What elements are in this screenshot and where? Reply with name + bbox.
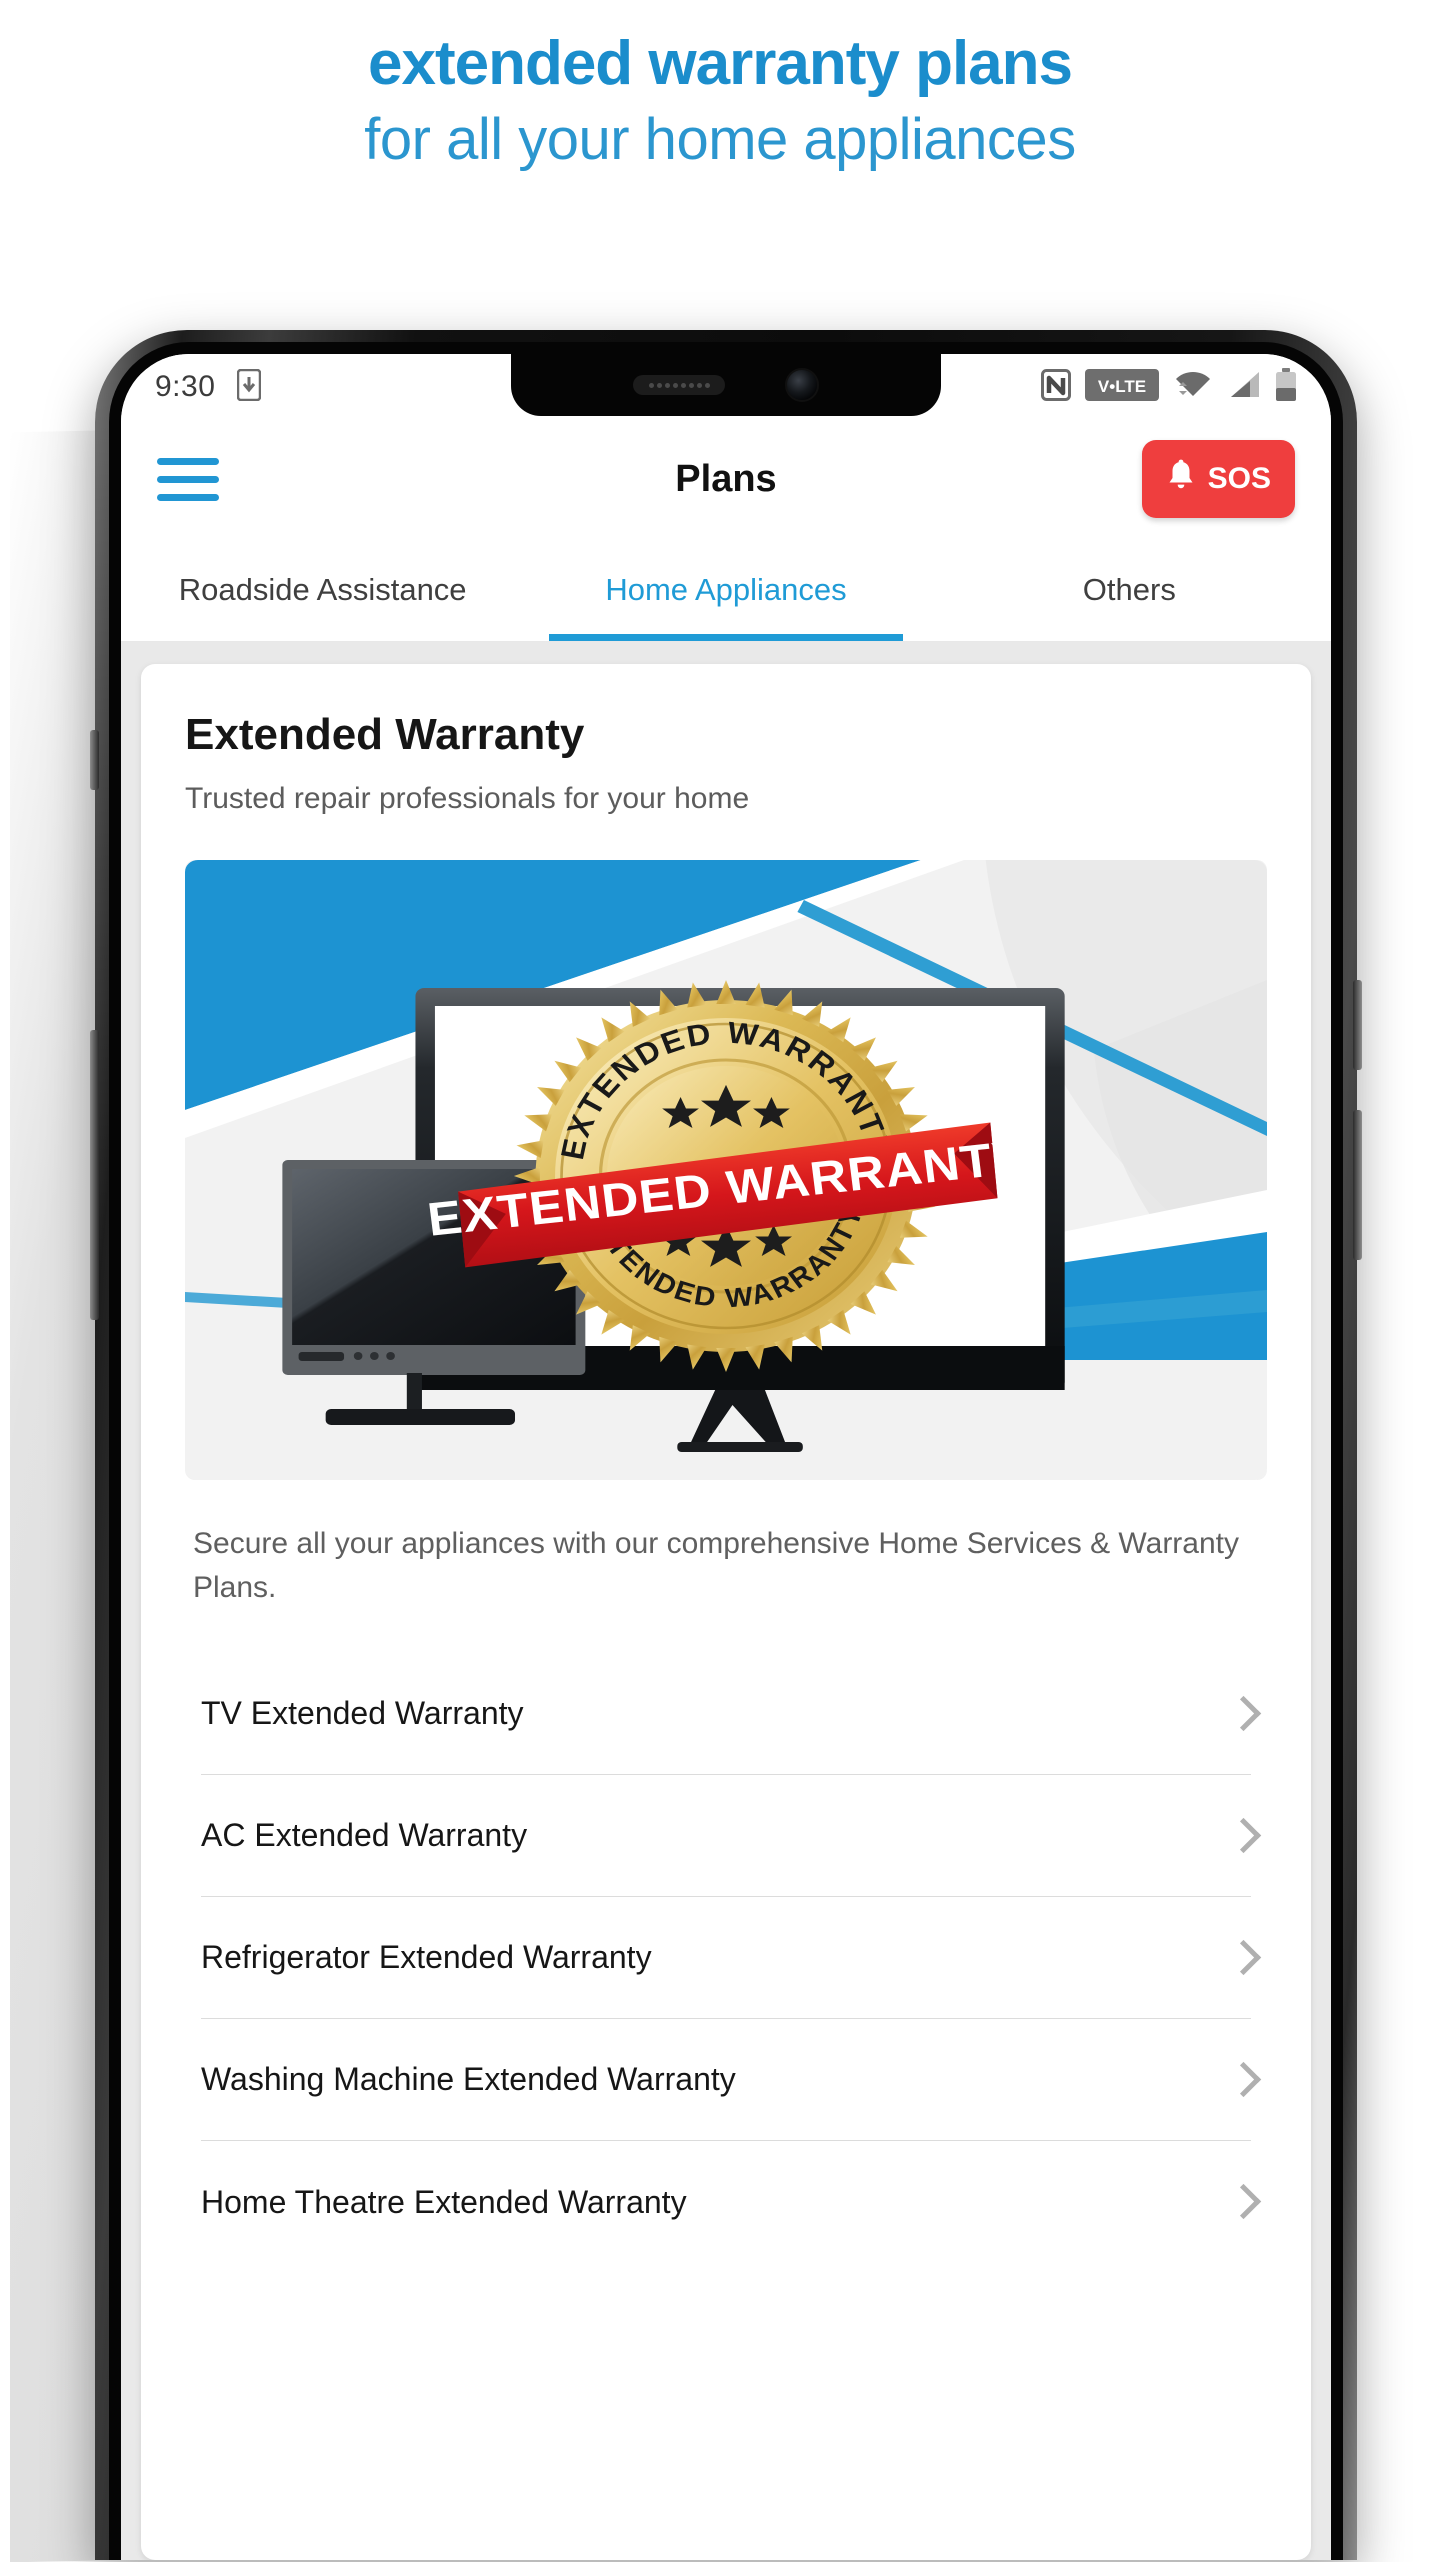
card-title: Extended Warranty bbox=[185, 710, 585, 759]
phone-volume-button[interactable] bbox=[90, 1030, 99, 1320]
chevron-right-icon bbox=[1229, 2183, 1251, 2221]
phone-device: 9:30 V•LTE Plans SOS Roadside Assistance… bbox=[90, 330, 1362, 2560]
chevron-right-icon bbox=[1229, 2061, 1251, 2099]
plan-label: Refrigerator Extended Warranty bbox=[201, 1939, 652, 1975]
plan-label: TV Extended Warranty bbox=[201, 1695, 524, 1731]
plan-label: AC Extended Warranty bbox=[201, 1817, 528, 1853]
chevron-right-icon bbox=[1229, 1695, 1251, 1733]
tab-home-appliances[interactable]: Home Appliances bbox=[524, 538, 927, 641]
hero-title-line1: extended warranty plans bbox=[367, 29, 1073, 98]
phone-mockup-stage: 9:30 V•LTE Plans SOS Roadside Assistance… bbox=[0, 330, 1440, 2562]
bell-icon bbox=[1166, 459, 1196, 499]
chevron-right-icon bbox=[1229, 1817, 1251, 1855]
extended-warranty-banner-image: EXTENDED WARRANTY EXTENDED WARRANTY bbox=[185, 860, 1267, 1480]
volte-badge: V•LTE bbox=[1085, 368, 1159, 406]
card-subtitle: Trusted repair professionals for your ho… bbox=[185, 782, 750, 815]
hero-headline: extended warranty plans for all your hom… bbox=[0, 0, 1440, 175]
tab-label: Home Appliances bbox=[605, 571, 847, 607]
content-area: Extended Warranty Trusted repair profess… bbox=[121, 642, 1331, 2560]
chevron-right-icon bbox=[1229, 1939, 1251, 1977]
plan-label: Home Theatre Extended Warranty bbox=[201, 2183, 687, 2220]
list-item[interactable]: Home Theatre Extended Warranty bbox=[201, 2141, 1251, 2263]
hero-title-line2: for all your home appliances bbox=[364, 107, 1076, 173]
tab-label: Roadside Assistance bbox=[178, 571, 467, 607]
tab-roadside-assistance[interactable]: Roadside Assistance bbox=[121, 538, 524, 641]
phone-notch bbox=[511, 354, 941, 416]
tab-others[interactable]: Others bbox=[928, 538, 1331, 641]
status-bar-clock: 9:30 bbox=[155, 370, 216, 403]
hamburger-menu-icon[interactable] bbox=[157, 457, 219, 501]
phone-screen: 9:30 V•LTE Plans SOS Roadside Assistance… bbox=[121, 354, 1331, 2560]
wifi-icon bbox=[1173, 369, 1213, 406]
plan-label: Washing Machine Extended Warranty bbox=[201, 2061, 736, 2097]
phone-download-icon bbox=[237, 368, 262, 406]
svg-text:V•LTE: V•LTE bbox=[1098, 377, 1146, 396]
phone-button-right-lower[interactable] bbox=[1353, 1110, 1362, 1260]
list-item[interactable]: Washing Machine Extended Warranty bbox=[201, 2019, 1251, 2141]
app-bar: Plans SOS bbox=[121, 420, 1331, 538]
list-item[interactable]: Refrigerator Extended Warranty bbox=[201, 1897, 1251, 2019]
cellular-signal-icon bbox=[1227, 369, 1261, 406]
front-camera-icon bbox=[785, 368, 819, 402]
nfc-icon bbox=[1041, 368, 1071, 406]
card-description: Secure all your appliances with our comp… bbox=[193, 1527, 1240, 1604]
sos-button-label: SOS bbox=[1207, 462, 1271, 495]
plans-list: TV Extended Warranty AC Extended Warrant… bbox=[185, 1653, 1267, 2263]
earpiece-speaker-icon bbox=[633, 375, 725, 395]
battery-icon bbox=[1275, 367, 1297, 407]
tab-label: Others bbox=[1082, 571, 1176, 607]
list-item[interactable]: TV Extended Warranty bbox=[201, 1653, 1251, 1775]
tab-bar: Roadside Assistance Home Appliances Othe… bbox=[121, 538, 1331, 642]
phone-power-button[interactable] bbox=[1353, 980, 1362, 1070]
extended-warranty-card: Extended Warranty Trusted repair profess… bbox=[141, 664, 1311, 2560]
sos-button[interactable]: SOS bbox=[1141, 440, 1295, 518]
list-item[interactable]: AC Extended Warranty bbox=[201, 1775, 1251, 1897]
phone-button-left-top[interactable] bbox=[90, 730, 99, 790]
